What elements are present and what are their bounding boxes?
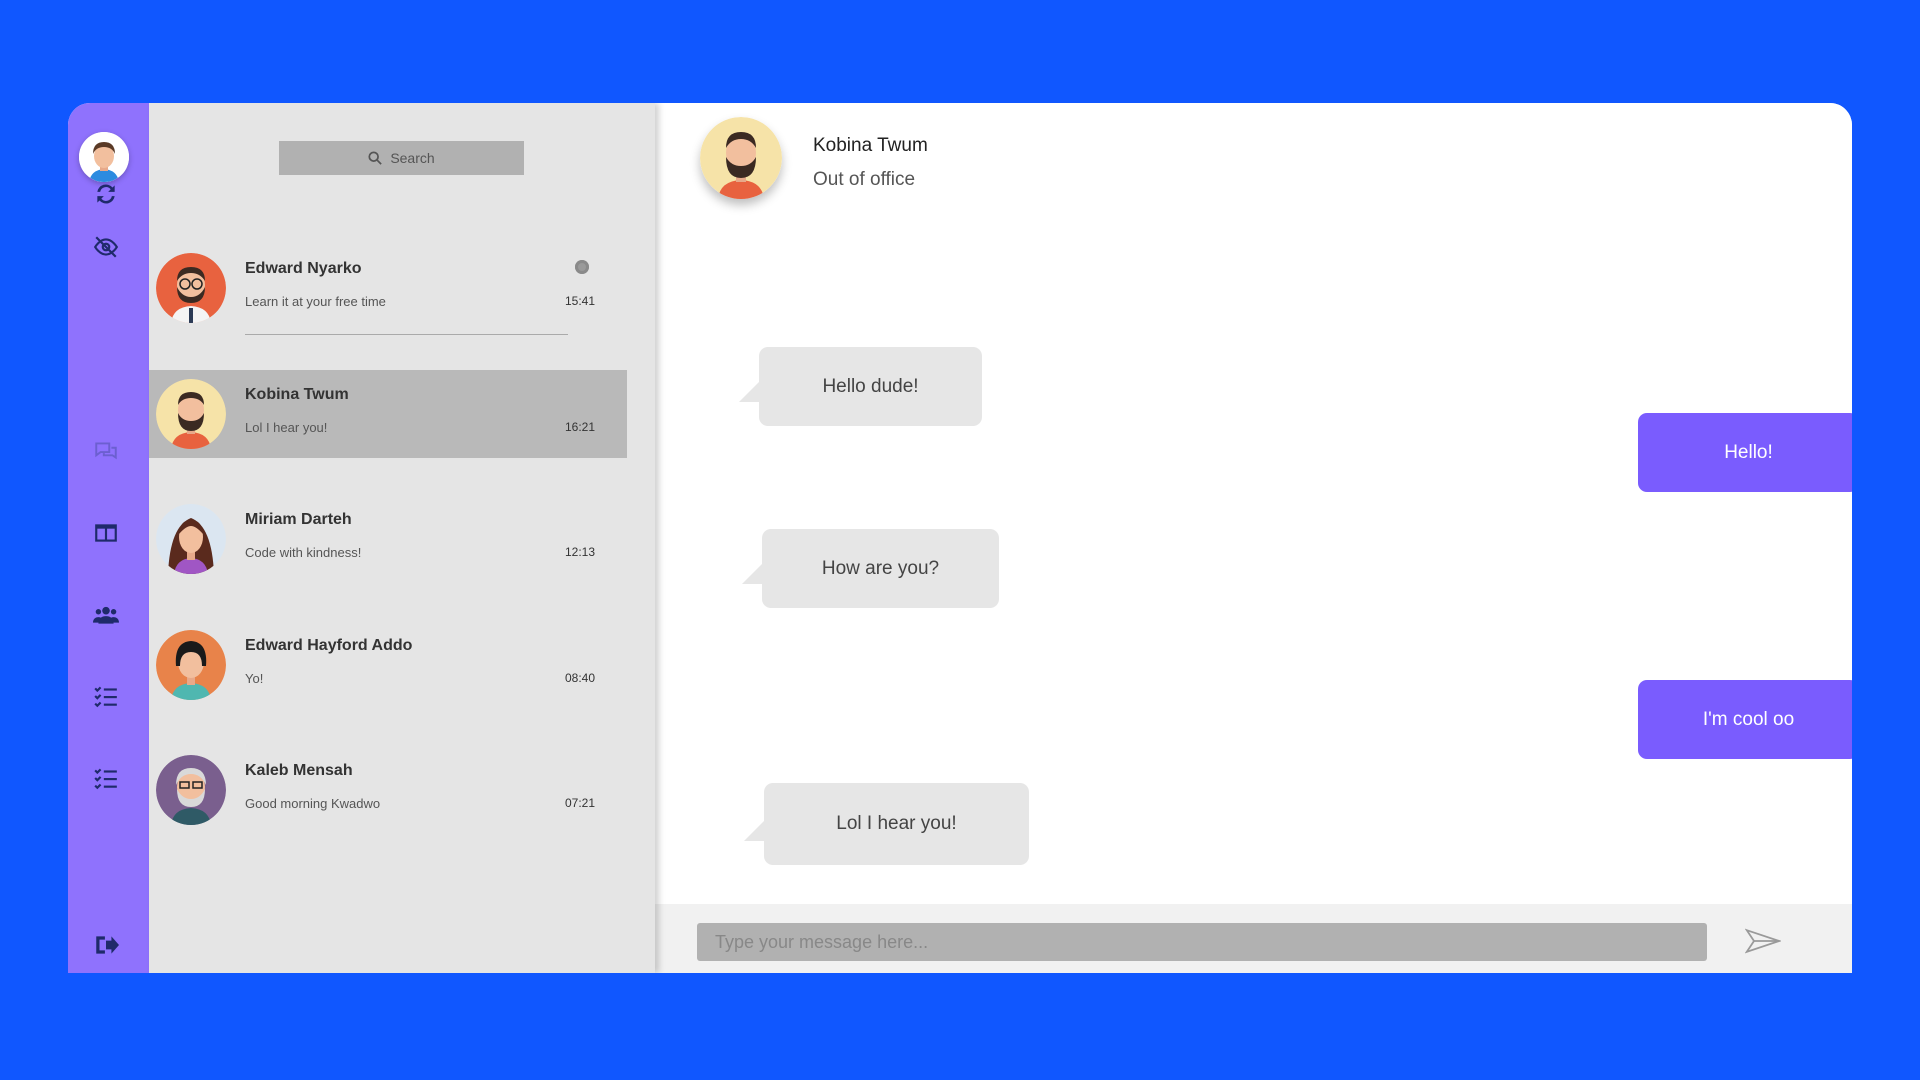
contact-avatar [156,379,226,449]
refresh-icon[interactable] [91,179,121,209]
contact-last-message: Good morning Kwadwo [245,796,381,811]
search-input[interactable]: Search [279,141,524,175]
message-input[interactable] [697,923,1707,961]
chat-header-avatar [700,117,782,199]
eye-slash-icon[interactable] [91,232,121,262]
chat-contact-status: Out of office [813,169,916,190]
contact-item-edward-hayford-addo[interactable]: Edward Hayford Addo Yo! 08:40 [149,621,627,709]
contact-last-message: Yo! [245,671,264,686]
send-button[interactable] [1743,924,1783,958]
contact-time: 12:13 [564,545,595,559]
message-outgoing: I'm cool oo [1638,680,1852,759]
contact-last-message: Code with kindness! [245,545,362,560]
contact-avatar [156,630,226,700]
contact-name: Kaleb Mensah [245,762,353,779]
contact-name: Miriam Darteh [245,511,352,528]
chat-app-window: Search Edward Nyarko Learn it at your fr… [68,103,1852,973]
contact-item-kaleb-mensah[interactable]: Kaleb Mensah Good morning Kwadwo 07:21 [149,746,627,834]
contact-avatar [156,755,226,825]
search-icon [368,151,383,165]
contact-name: Edward Nyarko [245,260,362,277]
checklist-icon[interactable] [91,763,121,793]
sidebar-rail [68,103,149,973]
unread-indicator [575,260,589,274]
message-incoming: Lol I hear you! [744,783,1029,865]
contacts-panel: Search Edward Nyarko Learn it at your fr… [149,103,655,973]
contact-time: 15:41 [564,294,595,308]
chat-contact-name: Kobina Twum [813,135,928,156]
contact-item-miriam-darteh[interactable]: Miriam Darteh Code with kindness! 12:13 [149,495,627,583]
contact-item-edward-nyarko[interactable]: Edward Nyarko Learn it at your free time… [149,244,627,335]
divider [245,334,568,335]
message-incoming: Hello dude! [739,347,982,426]
message-outgoing: Hello! [1638,413,1852,492]
contact-name: Edward Hayford Addo [245,637,413,654]
message-incoming: How are you? [742,529,999,608]
columns-icon[interactable] [91,518,121,548]
contact-name: Kobina Twum [245,386,349,403]
contact-time: 08:40 [564,671,595,685]
contact-last-message: Learn it at your free time [245,294,386,309]
message-composer [655,904,1852,973]
user-avatar[interactable] [79,132,129,182]
contact-item-kobina-twum[interactable]: Kobina Twum Lol I hear you! 16:21 [149,370,627,458]
contact-last-message: Lol I hear you! [245,420,328,435]
contact-time: 16:21 [564,420,595,434]
search-label: Search [390,150,435,166]
contact-avatar [156,253,226,323]
chat-panel: Kobina Twum Out of office Hello dude! He… [655,103,1852,973]
contact-avatar [156,504,226,574]
contact-time: 07:21 [564,796,595,810]
chat-icon[interactable] [91,436,121,466]
send-icon [1745,928,1781,954]
sign-out-icon[interactable] [91,930,121,960]
checklist-icon[interactable] [91,681,121,711]
users-icon[interactable] [91,600,121,630]
